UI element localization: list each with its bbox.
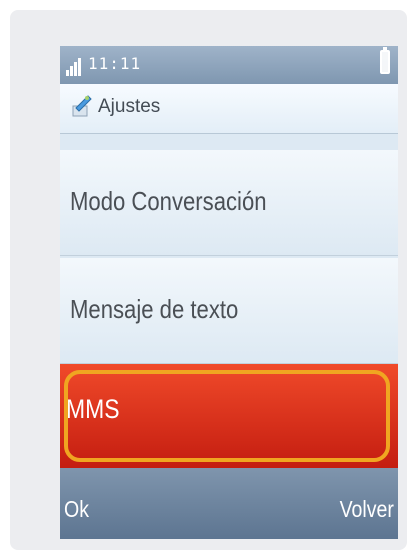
menu-item-label: Mensaje de texto [70, 294, 239, 324]
screenshot-frame: 11:11 Ajustes Modo Conversación Mensaje … [10, 10, 407, 550]
status-time: 11:11 [88, 54, 142, 73]
phone-screen: 11:11 Ajustes Modo Conversación Mensaje … [60, 46, 398, 539]
ok-softkey[interactable]: Ok [64, 496, 89, 523]
highlight-ring [64, 370, 390, 462]
menu-item-modo-conversacion[interactable]: Modo Conversación [60, 150, 398, 256]
title-bar: Ajustes [60, 84, 398, 134]
status-bar: 11:11 [60, 46, 398, 84]
page-title: Ajustes [98, 96, 161, 117]
settings-tools-icon [72, 95, 92, 117]
menu-item-mms[interactable]: MMS [60, 364, 398, 468]
menu-item-mensaje-de-texto[interactable]: Mensaje de texto [60, 258, 398, 364]
menu-item-label: Modo Conversación [70, 186, 267, 216]
softkey-bar: Ok Volver [60, 468, 398, 539]
battery-icon [380, 47, 390, 74]
back-softkey[interactable]: Volver [340, 496, 394, 523]
signal-strength-icon [66, 56, 86, 76]
